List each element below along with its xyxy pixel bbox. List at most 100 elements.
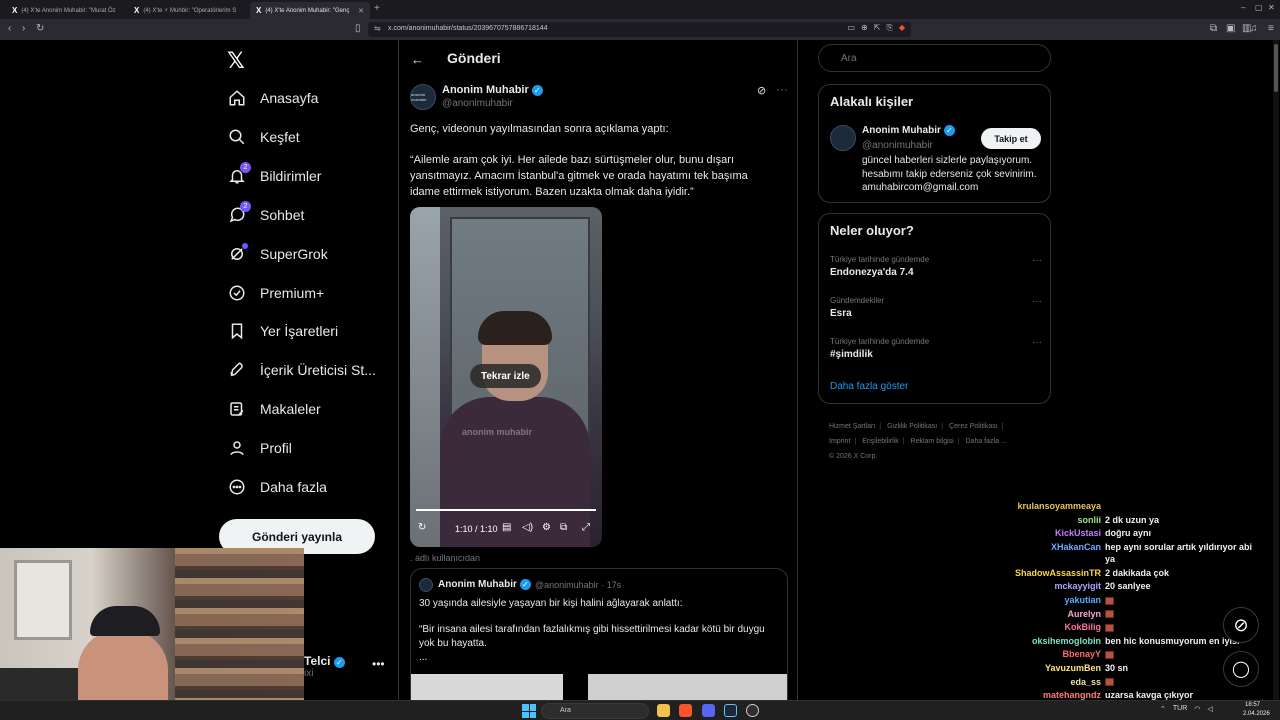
replay-icon[interactable]: ↻ xyxy=(418,522,426,533)
chat-username[interactable]: krulansoyammeaya xyxy=(1000,500,1105,512)
browser-tab-2[interactable]: X (4) X'te ⚡ Muhbir: "Operatörlerim S xyxy=(128,2,250,19)
sidebar-item-profile[interactable]: Profil xyxy=(228,439,292,457)
site-info-icon[interactable]: ⇋ xyxy=(374,24,381,33)
browser-tab-3[interactable]: X (4) X'te Anonim Muhabir: "Genç ✕ xyxy=(250,2,370,19)
sidebar-item-home[interactable]: Anasayfa xyxy=(228,89,318,107)
footer-link[interactable]: Hizmet Şartları xyxy=(829,423,875,430)
related-avatar[interactable] xyxy=(830,125,856,151)
minimize-icon[interactable]: – xyxy=(1241,3,1245,12)
reload-icon[interactable]: ↻ xyxy=(36,23,44,34)
new-tab-icon[interactable]: + xyxy=(374,3,380,14)
account-more-icon[interactable]: ••• xyxy=(372,657,385,671)
footer-link[interactable]: Erişilebilirlik xyxy=(862,438,899,445)
x-logo-icon[interactable]: 𝕏 xyxy=(227,48,245,74)
trend-item[interactable]: Türkiye tarihinde gündemde #şimdilik ··· xyxy=(830,337,1042,367)
footer-link[interactable]: Gizlilik Politikası xyxy=(887,423,937,430)
windows-start-icon[interactable] xyxy=(522,704,536,718)
quoted-post[interactable]: Anonim Muhabir ✓ @anonimuhabir · 17s 30 y… xyxy=(410,568,788,700)
related-name[interactable]: Anonim Muhabir ✓ xyxy=(862,125,955,136)
close-tab-icon[interactable]: ✕ xyxy=(358,7,364,15)
volume-tray-icon[interactable]: ◁ xyxy=(1207,705,1212,713)
chat-username[interactable]: ShadowAssassinTR xyxy=(1000,567,1105,579)
address-bar[interactable]: ⇋ x.com/anonimuhabir/status/203967075788… xyxy=(368,22,911,37)
translate-icon[interactable]: ⎘ xyxy=(886,23,892,33)
tray-chevron-icon[interactable]: ⌃ xyxy=(1160,705,1166,713)
sidebar-item-supergrok[interactable]: SuperGrok xyxy=(228,243,328,263)
tray-language[interactable]: TUR xyxy=(1173,705,1187,713)
brave-shield-icon[interactable]: ◆ xyxy=(899,23,905,33)
scrollbar[interactable] xyxy=(1273,40,1279,700)
chat-username[interactable]: yakutian xyxy=(1000,594,1105,606)
grok-explain-icon[interactable]: ⊘ xyxy=(757,84,766,97)
sidebar-item-notifications[interactable]: 2 Bildirimler xyxy=(228,162,321,185)
chat-username[interactable]: mckayyigit xyxy=(1000,580,1105,592)
reader-icon[interactable]: ▭ xyxy=(847,23,855,33)
sidebar-item-chat[interactable]: 2 Sohbet xyxy=(228,201,304,224)
close-window-icon[interactable]: ✕ xyxy=(1268,3,1275,12)
taskbar-search[interactable]: Ara xyxy=(541,703,649,719)
discord-icon[interactable] xyxy=(702,704,715,717)
file-explorer-icon[interactable] xyxy=(657,704,670,717)
footer-link[interactable]: Daha fazla ... xyxy=(966,438,1007,445)
sidebar-item-more[interactable]: Daha fazla xyxy=(228,478,327,496)
chat-username[interactable]: XHakanCan xyxy=(1000,541,1105,565)
search-input[interactable] xyxy=(818,44,1051,72)
footer-link[interactable]: Çerez Politikası xyxy=(949,423,998,430)
chat-username[interactable]: BbenayY xyxy=(1000,648,1105,660)
footer-link[interactable]: Imprint xyxy=(829,438,850,445)
wallet-icon[interactable]: ▣ xyxy=(1226,23,1235,34)
bookmark-page-icon[interactable]: ▯ xyxy=(355,23,361,34)
menu-icon[interactable]: ≡ xyxy=(1268,23,1274,34)
footer-link[interactable]: Reklam bilgisi xyxy=(911,438,954,445)
clock-date[interactable]: 2.04.2026 xyxy=(1243,711,1270,717)
extensions-icon[interactable]: ⧉ xyxy=(1210,23,1217,34)
chat-username[interactable]: oksihemoglobin xyxy=(1000,635,1105,647)
post-author-name[interactable]: Anonim Muhabir ✓ xyxy=(442,84,543,96)
scrollbar-thumb[interactable] xyxy=(1274,44,1278,92)
back-icon[interactable]: ‹ xyxy=(8,23,11,34)
post-more-icon[interactable]: ··· xyxy=(776,82,788,96)
media-icon[interactable]: ♫ xyxy=(1250,23,1258,34)
wifi-icon[interactable]: ◠ xyxy=(1194,705,1200,713)
trend-more-icon[interactable]: ··· xyxy=(1032,255,1042,266)
floating-grok-button[interactable]: ⊘ xyxy=(1223,607,1259,643)
quoted-image[interactable] xyxy=(411,674,563,700)
sidebar-item-bookmarks[interactable]: Yer İşaretleri xyxy=(228,322,338,340)
chat-username[interactable]: YavuzumBen xyxy=(1000,662,1105,674)
maximize-icon[interactable]: ▢ xyxy=(1255,3,1263,12)
sidebar-item-explore[interactable]: Keşfet xyxy=(228,128,300,146)
steam-icon[interactable] xyxy=(724,704,737,717)
settings-icon[interactable]: ⚙ xyxy=(542,522,551,533)
sidebar-item-premium[interactable]: Premium+ xyxy=(228,284,324,302)
captions-icon[interactable]: ▤ xyxy=(502,522,511,533)
chat-username[interactable]: KickUstasi xyxy=(1000,527,1105,539)
trend-item[interactable]: Türkiye tarihinde gündemde Endonezya'da … xyxy=(830,255,1042,285)
chat-username[interactable]: sonlii xyxy=(1000,514,1105,526)
volume-icon[interactable]: ◁) xyxy=(522,522,533,533)
post-author-handle[interactable]: @anonimuhabir xyxy=(442,98,513,109)
replay-button[interactable]: Tekrar izle xyxy=(470,364,541,388)
obs-icon[interactable] xyxy=(746,704,759,717)
trend-item[interactable]: Gündemdekiler Esra ··· xyxy=(830,296,1042,326)
account-name[interactable]: Telci ✓ xyxy=(304,654,345,668)
pip-icon[interactable]: ⧉ xyxy=(560,522,567,533)
fullscreen-icon[interactable]: ⤢ xyxy=(582,522,590,533)
video-progress-bar[interactable] xyxy=(416,509,596,511)
post-author-avatar[interactable]: anonim muhabir xyxy=(410,84,436,110)
related-handle[interactable]: @anonimuhabir xyxy=(862,140,933,151)
quoted-image[interactable] xyxy=(588,674,787,700)
clock-time[interactable]: 18:57 xyxy=(1245,702,1260,708)
chat-username[interactable]: KokBilig xyxy=(1000,621,1105,633)
back-arrow-icon[interactable]: ← xyxy=(411,52,424,67)
browser-tab-1[interactable]: X (4) X'te Anonim Muhabir: "Murat Öz xyxy=(6,2,128,19)
video-player[interactable]: anonim muhabir Tekrar izle ↻ 1:10 / 1:10… xyxy=(410,207,602,547)
chat-username[interactable]: Aurelyn xyxy=(1000,608,1105,620)
trend-more-icon[interactable]: ··· xyxy=(1032,337,1042,348)
sidebar-item-articles[interactable]: Makaleler xyxy=(228,400,321,418)
sidebar-item-creator-studio[interactable]: İçerik Üreticisi St... xyxy=(228,361,376,379)
zoom-icon[interactable]: ⊕ xyxy=(861,23,868,33)
share-icon[interactable]: ⇱ xyxy=(874,23,881,33)
chat-username[interactable]: eda_ss xyxy=(1000,676,1105,688)
follow-button[interactable]: Takip et xyxy=(981,128,1041,149)
forward-icon[interactable]: › xyxy=(22,23,25,34)
